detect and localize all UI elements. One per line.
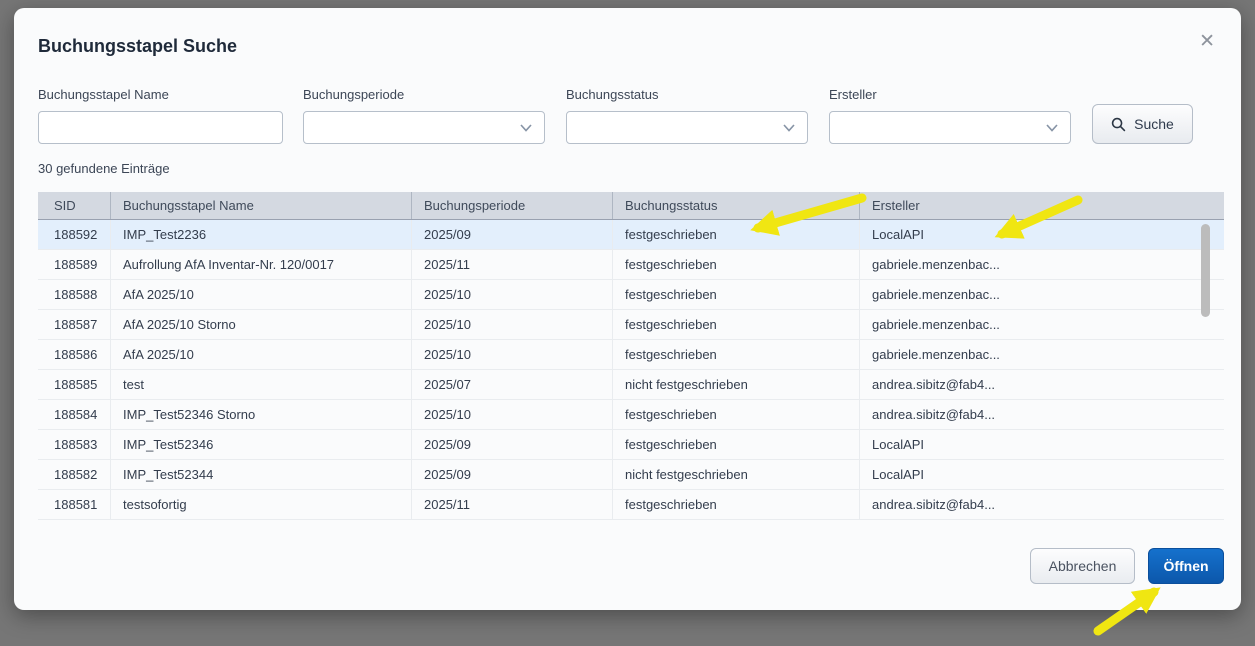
table-row[interactable]: 188592 IMP_Test2236 2025/09 festgeschrie… [38,220,1224,250]
cell-status: festgeschrieben [613,310,860,339]
cell-period: 2025/11 [412,490,613,519]
filter-label: Buchungsperiode [303,87,545,102]
column-header-status[interactable]: Buchungsstatus [613,192,860,219]
cell-name: AfA 2025/10 [111,280,412,309]
cell-name: IMP_Test2236 [111,220,412,249]
cell-sid: 188584 [38,400,111,429]
period-select-input[interactable] [304,112,544,143]
cell-status: nicht festgeschrieben [613,370,860,399]
cell-period: 2025/11 [412,250,613,279]
cell-creator: LocalAPI [860,220,1224,249]
cell-creator: andrea.sibitz@fab4... [860,370,1224,399]
search-button-label: Suche [1134,116,1174,132]
name-input-box[interactable] [38,111,283,144]
results-table: SID Buchungsstapel Name Buchungsperiode … [38,192,1224,520]
cell-creator: andrea.sibitz@fab4... [860,490,1224,519]
cell-sid: 188588 [38,280,111,309]
creator-select-input[interactable] [830,112,1070,143]
vertical-scrollbar-thumb[interactable] [1201,224,1210,317]
cell-status: festgeschrieben [613,220,860,249]
table-row[interactable]: 188588 AfA 2025/10 2025/10 festgeschrieb… [38,280,1224,310]
cell-creator: LocalAPI [860,460,1224,489]
cell-period: 2025/10 [412,310,613,339]
table-row[interactable]: 188586 AfA 2025/10 2025/10 festgeschrieb… [38,340,1224,370]
close-icon[interactable]: ✕ [1199,32,1215,51]
table-header: SID Buchungsstapel Name Buchungsperiode … [38,192,1224,220]
cell-sid: 188587 [38,310,111,339]
table-row[interactable]: 188582 IMP_Test52344 2025/09 nicht festg… [38,460,1224,490]
cell-sid: 188581 [38,490,111,519]
open-button[interactable]: Öffnen [1148,548,1224,584]
cell-creator: gabriele.menzenbac... [860,310,1224,339]
cell-name: AfA 2025/10 [111,340,412,369]
column-header-sid[interactable]: SID [38,192,111,219]
table-row[interactable]: 188585 test 2025/07 nicht festgeschriebe… [38,370,1224,400]
cell-sid: 188592 [38,220,111,249]
cell-creator: andrea.sibitz@fab4... [860,400,1224,429]
cell-name: IMP_Test52346 [111,430,412,459]
cell-sid: 188589 [38,250,111,279]
filter-buchungsstapel-name: Buchungsstapel Name [38,87,283,144]
table-row[interactable]: 188581 testsofortig 2025/11 festgeschrie… [38,490,1224,520]
period-select[interactable] [303,111,545,144]
cancel-button[interactable]: Abbrechen [1030,548,1135,584]
cell-name: IMP_Test52344 [111,460,412,489]
filter-label: Ersteller [829,87,1071,102]
buchungsstapel-suche-dialog: Buchungsstapel Suche ✕ Buchungsstapel Na… [14,8,1241,610]
cell-sid: 188585 [38,370,111,399]
cell-period: 2025/10 [412,400,613,429]
creator-select[interactable] [829,111,1071,144]
cell-period: 2025/09 [412,220,613,249]
cell-creator: gabriele.menzenbac... [860,280,1224,309]
cell-period: 2025/07 [412,370,613,399]
cell-creator: gabriele.menzenbac... [860,340,1224,369]
cell-status: nicht festgeschrieben [613,460,860,489]
cell-status: festgeschrieben [613,280,860,309]
cell-period: 2025/09 [412,460,613,489]
column-header-name[interactable]: Buchungsstapel Name [111,192,412,219]
cell-name: IMP_Test52346 Storno [111,400,412,429]
cell-status: festgeschrieben [613,340,860,369]
filter-label: Buchungsstatus [566,87,808,102]
cell-name: AfA 2025/10 Storno [111,310,412,339]
filter-label: Buchungsstapel Name [38,87,283,102]
results-count: 30 gefundene Einträge [38,161,170,176]
table-row[interactable]: 188584 IMP_Test52346 Storno 2025/10 fest… [38,400,1224,430]
status-select-input[interactable] [567,112,807,143]
cell-status: festgeschrieben [613,250,860,279]
column-header-creator[interactable]: Ersteller [860,192,1224,219]
table-row[interactable]: 188587 AfA 2025/10 Storno 2025/10 festge… [38,310,1224,340]
filter-buchungsperiode: Buchungsperiode [303,87,545,144]
cell-name: test [111,370,412,399]
cell-name: testsofortig [111,490,412,519]
name-input[interactable] [39,112,282,143]
cell-status: festgeschrieben [613,400,860,429]
cell-period: 2025/09 [412,430,613,459]
status-select[interactable] [566,111,808,144]
search-icon [1111,117,1126,132]
cell-creator: LocalAPI [860,430,1224,459]
table-row[interactable]: 188589 Aufrollung AfA Inventar-Nr. 120/0… [38,250,1224,280]
column-header-period[interactable]: Buchungsperiode [412,192,613,219]
cell-period: 2025/10 [412,280,613,309]
cell-sid: 188583 [38,430,111,459]
dialog-title: Buchungsstapel Suche [38,36,237,57]
cell-creator: gabriele.menzenbac... [860,250,1224,279]
cell-sid: 188582 [38,460,111,489]
cell-name: Aufrollung AfA Inventar-Nr. 120/0017 [111,250,412,279]
search-button[interactable]: Suche [1092,104,1193,144]
cell-period: 2025/10 [412,340,613,369]
table-body: 188592 IMP_Test2236 2025/09 festgeschrie… [38,220,1224,520]
cell-status: festgeschrieben [613,490,860,519]
cell-sid: 188586 [38,340,111,369]
filter-ersteller: Ersteller [829,87,1071,144]
cell-status: festgeschrieben [613,430,860,459]
table-row[interactable]: 188583 IMP_Test52346 2025/09 festgeschri… [38,430,1224,460]
filter-buchungsstatus: Buchungsstatus [566,87,808,144]
